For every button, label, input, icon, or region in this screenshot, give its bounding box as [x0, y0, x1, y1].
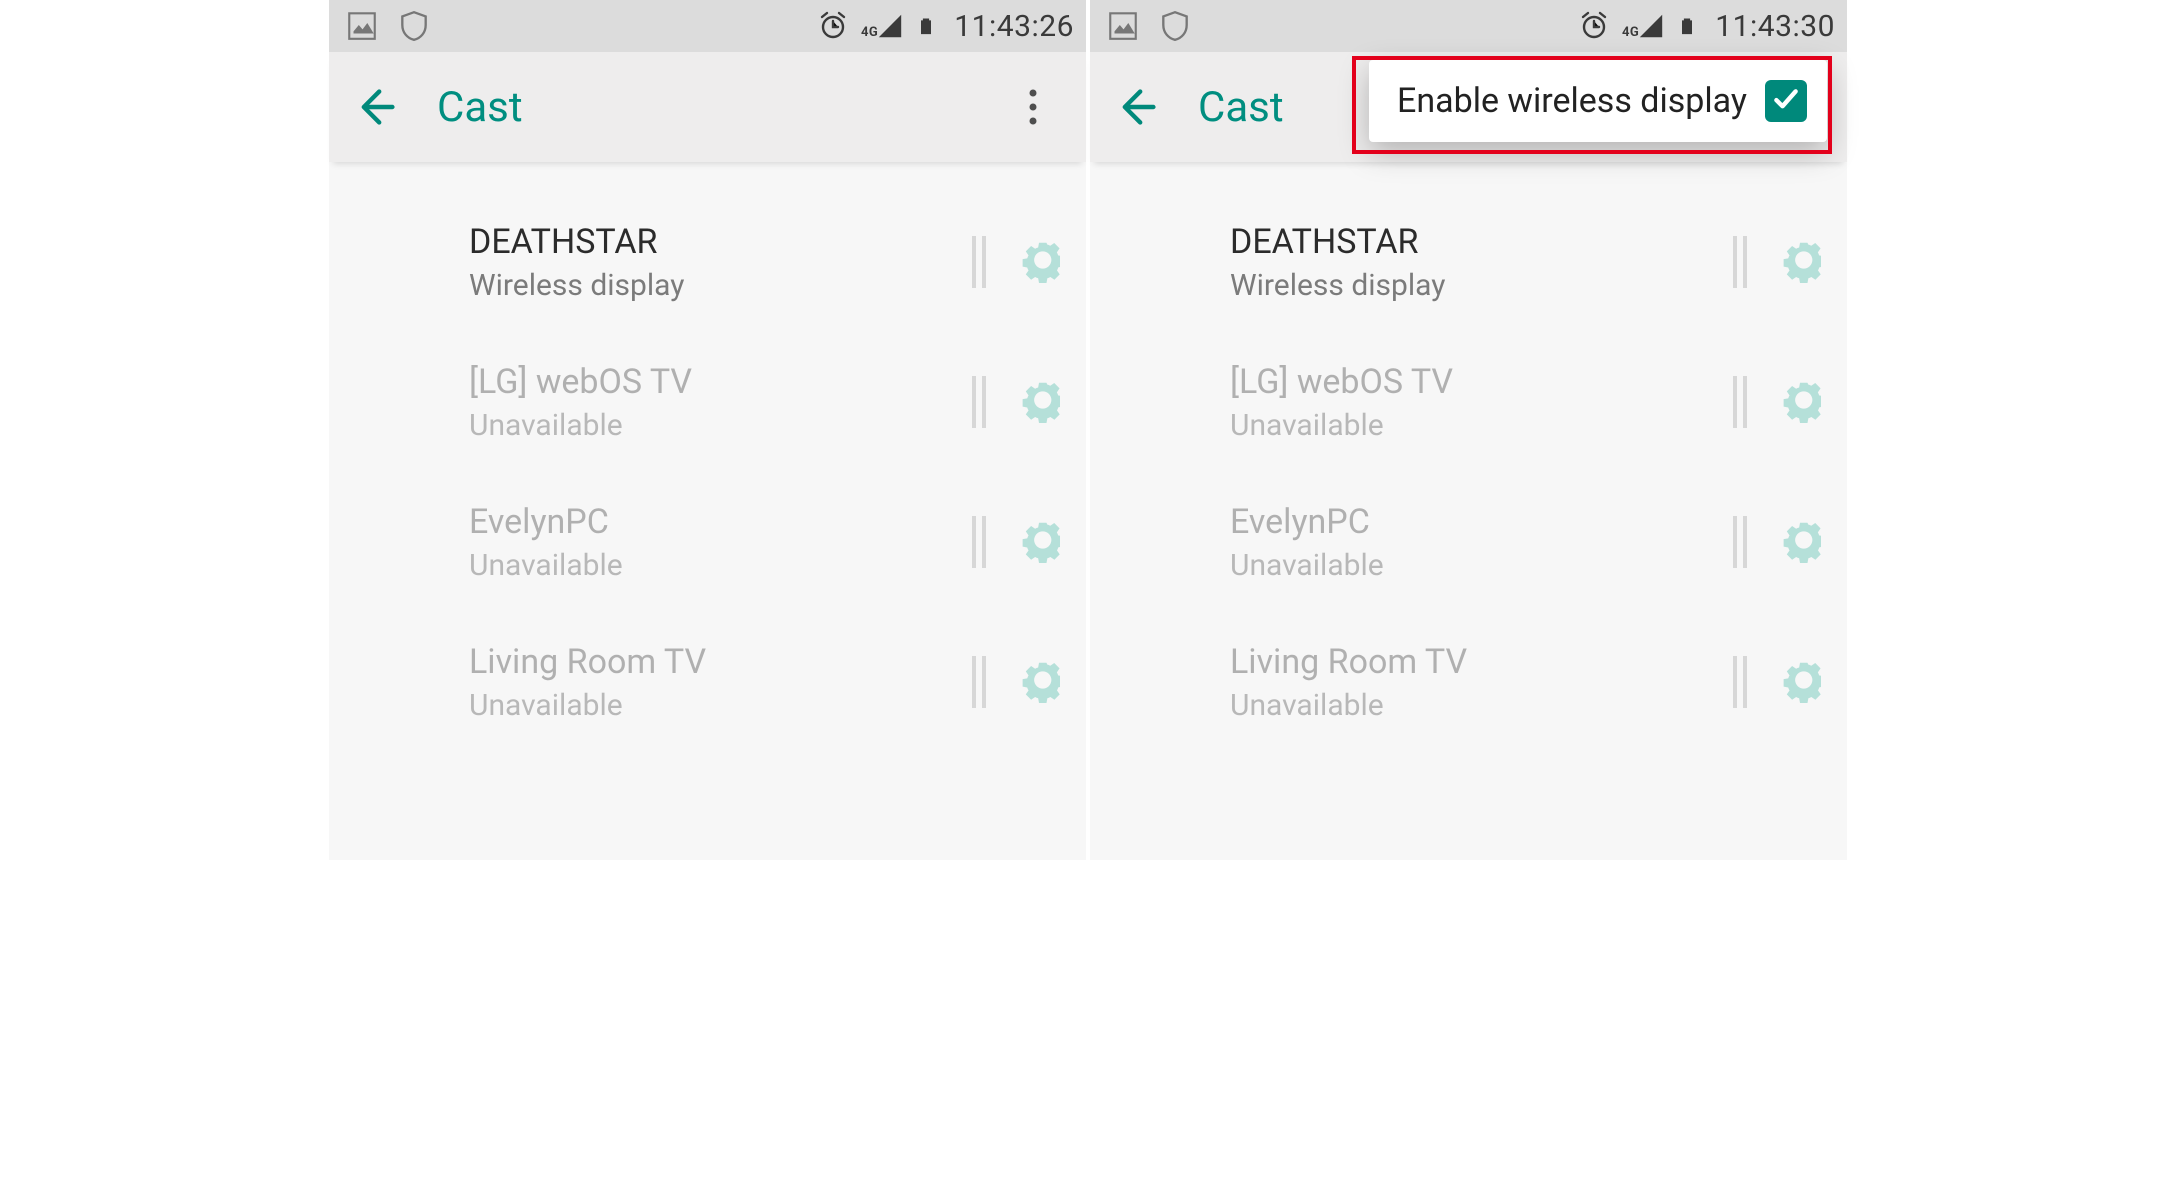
device-row[interactable]: DEATHSTAR Wireless display [1090, 192, 1847, 332]
device-row[interactable]: [LG] webOS TV Unavailable [329, 332, 1086, 472]
more-vert-icon [1026, 87, 1040, 127]
back-arrow-icon [355, 85, 399, 129]
overflow-menu: Enable wireless display [1369, 60, 1827, 142]
device-row[interactable]: [LG] webOS TV Unavailable [1090, 332, 1847, 472]
screenshot-right: 4G 11:43:30 Cast Enable wireless display [1088, 0, 1847, 860]
device-name: Living Room TV [1230, 641, 1733, 684]
device-name: EvelynPC [1230, 501, 1733, 544]
battery-icon [1677, 11, 1697, 41]
drag-handle-icon[interactable] [1733, 236, 1753, 288]
image-icon [1106, 9, 1140, 43]
device-name: [LG] webOS TV [469, 361, 972, 404]
signal-icon [876, 12, 904, 40]
device-subtitle: Wireless display [1230, 268, 1733, 303]
device-name: EvelynPC [469, 501, 972, 544]
page-title: Cast [1198, 83, 1284, 132]
device-row[interactable]: EvelynPC Unavailable [1090, 472, 1847, 612]
alarm-icon [1578, 10, 1610, 42]
device-settings-button[interactable] [1775, 377, 1821, 427]
device-name: Living Room TV [469, 641, 972, 684]
back-arrow-icon [1116, 85, 1160, 129]
device-subtitle: Unavailable [469, 548, 972, 583]
device-subtitle: Unavailable [1230, 548, 1733, 583]
more-options-button[interactable] [998, 72, 1068, 142]
device-name: DEATHSTAR [1230, 221, 1733, 264]
drag-handle-icon[interactable] [1733, 516, 1753, 568]
shield-icon [397, 9, 431, 43]
device-settings-button[interactable] [1014, 377, 1060, 427]
device-name: DEATHSTAR [469, 221, 972, 264]
drag-handle-icon[interactable] [972, 516, 992, 568]
device-list: DEATHSTAR Wireless display [LG] webOS TV… [1090, 162, 1847, 752]
device-subtitle: Unavailable [1230, 408, 1733, 443]
page-title: Cast [437, 83, 523, 132]
status-bar: 4G 11:43:30 [1090, 0, 1847, 52]
device-settings-button[interactable] [1014, 657, 1060, 707]
device-settings-button[interactable] [1775, 237, 1821, 287]
device-subtitle: Unavailable [469, 408, 972, 443]
battery-icon [916, 11, 936, 41]
device-subtitle: Unavailable [469, 688, 972, 723]
device-name: [LG] webOS TV [1230, 361, 1733, 404]
device-list: DEATHSTAR Wireless display [LG] webOS TV… [329, 162, 1086, 752]
check-icon [1772, 87, 1800, 115]
device-subtitle: Unavailable [1230, 688, 1733, 723]
device-settings-button[interactable] [1014, 517, 1060, 567]
clock-time: 11:43:26 [954, 9, 1074, 44]
enable-wireless-display-checkbox[interactable] [1765, 80, 1807, 122]
device-row[interactable]: EvelynPC Unavailable [329, 472, 1086, 612]
device-subtitle: Wireless display [469, 268, 972, 303]
clock-time: 11:43:30 [1715, 9, 1835, 44]
back-button[interactable] [347, 77, 407, 137]
device-settings-button[interactable] [1775, 657, 1821, 707]
app-bar: Cast [329, 52, 1086, 162]
signal-icon [1637, 12, 1665, 40]
screenshot-left: 4G 11:43:26 Cast DEAT [329, 0, 1088, 860]
device-row[interactable]: DEATHSTAR Wireless display [329, 192, 1086, 332]
status-bar: 4G 11:43:26 [329, 0, 1086, 52]
device-settings-button[interactable] [1775, 517, 1821, 567]
drag-handle-icon[interactable] [972, 376, 992, 428]
alarm-icon [817, 10, 849, 42]
drag-handle-icon[interactable] [972, 236, 992, 288]
menu-item-enable-wireless-display[interactable]: Enable wireless display [1397, 81, 1747, 121]
image-icon [345, 9, 379, 43]
device-settings-button[interactable] [1014, 237, 1060, 287]
drag-handle-icon[interactable] [1733, 376, 1753, 428]
drag-handle-icon[interactable] [972, 656, 992, 708]
device-row[interactable]: Living Room TV Unavailable [1090, 612, 1847, 752]
drag-handle-icon[interactable] [1733, 656, 1753, 708]
back-button[interactable] [1108, 77, 1168, 137]
shield-icon [1158, 9, 1192, 43]
device-row[interactable]: Living Room TV Unavailable [329, 612, 1086, 752]
